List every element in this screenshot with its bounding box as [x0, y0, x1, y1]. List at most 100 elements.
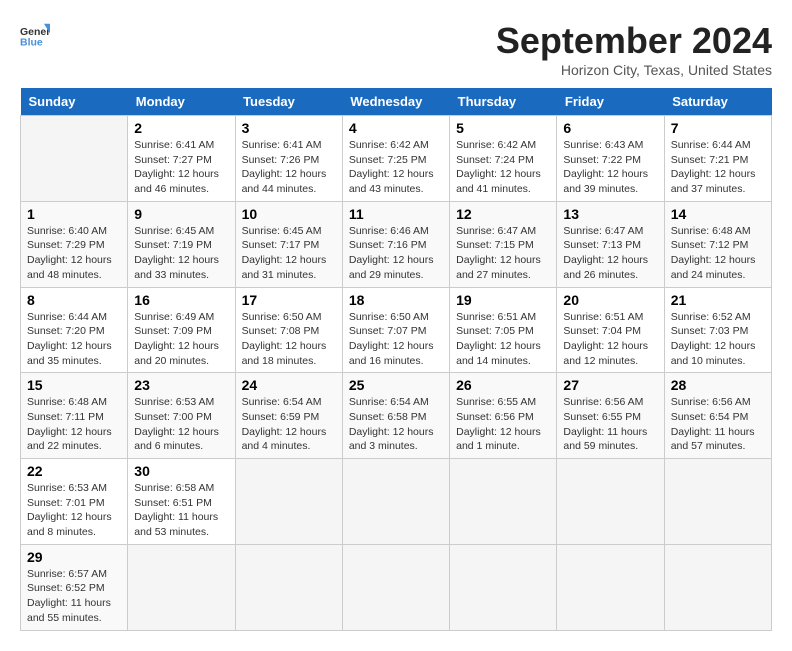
- calendar-day-cell: 23Sunrise: 6:53 AMSunset: 7:00 PMDayligh…: [128, 373, 235, 459]
- calendar-day-cell: [235, 459, 342, 545]
- svg-text:Blue: Blue: [20, 37, 43, 49]
- day-info: Sunrise: 6:51 AMSunset: 7:05 PMDaylight:…: [456, 310, 550, 369]
- day-number: 3: [242, 120, 336, 136]
- calendar-day-cell: [664, 459, 771, 545]
- calendar-day-cell: 29 Sunrise: 6:57 AMSunset: 6:52 PMDayligh…: [21, 544, 128, 630]
- month-year: September 2024: [496, 20, 772, 62]
- calendar-day-cell: 14 Sunrise: 6:48 AMSunset: 7:12 PMDayligh…: [664, 201, 771, 287]
- calendar-day-cell: 1 Sunrise: 6:40 AMSunset: 7:29 PMDaylight…: [21, 201, 128, 287]
- calendar-day-cell: [342, 544, 449, 630]
- day-info: Sunrise: 6:50 AMSunset: 7:07 PMDaylight:…: [349, 310, 443, 369]
- day-info: Sunrise: 6:44 AMSunset: 7:20 PMDaylight:…: [27, 310, 121, 369]
- header-saturday: Saturday: [664, 88, 771, 116]
- title-block: September 2024 Horizon City, Texas, Unit…: [496, 20, 772, 78]
- calendar-day-cell: [342, 459, 449, 545]
- day-info: Sunrise: 6:58 AMSunset: 6:51 PMDaylight:…: [134, 481, 228, 540]
- day-info: Sunrise: 6:45 AMSunset: 7:19 PMDaylight:…: [134, 224, 228, 283]
- day-info: Sunrise: 6:49 AMSunset: 7:09 PMDaylight:…: [134, 310, 228, 369]
- calendar-day-cell: [21, 116, 128, 202]
- calendar-day-cell: 16 Sunrise: 6:49 AMSunset: 7:09 PMDayligh…: [128, 287, 235, 373]
- day-number: 17: [242, 292, 336, 308]
- day-number: 28: [671, 377, 765, 393]
- day-number: 10: [242, 206, 336, 222]
- day-number: 15: [27, 377, 121, 393]
- calendar-day-cell: 8 Sunrise: 6:44 AMSunset: 7:20 PMDaylight…: [21, 287, 128, 373]
- day-info: Sunrise: 6:53 AMSunset: 7:01 PMDaylight:…: [27, 481, 121, 540]
- day-number: 20: [563, 292, 657, 308]
- day-number: 14: [671, 206, 765, 222]
- calendar-day-cell: 25 Sunrise: 6:54 AMSunset: 6:58 PMDayligh…: [342, 373, 449, 459]
- calendar-day-cell: 6 Sunrise: 6:43 AMSunset: 7:22 PMDaylight…: [557, 116, 664, 202]
- day-number: 25: [349, 377, 443, 393]
- day-info: Sunrise: 6:50 AMSunset: 7:08 PMDaylight:…: [242, 310, 336, 369]
- calendar-day-cell: 4Sunrise: 6:42 AMSunset: 7:25 PMDaylight…: [342, 116, 449, 202]
- day-info: Sunrise: 6:57 AMSunset: 6:52 PMDaylight:…: [27, 567, 121, 626]
- day-number: 4: [349, 120, 443, 136]
- calendar-day-cell: 10Sunrise: 6:45 AMSunset: 7:17 PMDayligh…: [235, 201, 342, 287]
- calendar-day-cell: 11 Sunrise: 6:46 AMSunset: 7:16 PMDayligh…: [342, 201, 449, 287]
- calendar-day-cell: 3Sunrise: 6:41 AMSunset: 7:26 PMDaylight…: [235, 116, 342, 202]
- day-info: Sunrise: 6:48 AMSunset: 7:11 PMDaylight:…: [27, 395, 121, 454]
- calendar-day-cell: 12 Sunrise: 6:47 AMSunset: 7:15 PMDayligh…: [450, 201, 557, 287]
- calendar-week-row: 1 Sunrise: 6:40 AMSunset: 7:29 PMDaylight…: [21, 201, 772, 287]
- header-wednesday: Wednesday: [342, 88, 449, 116]
- day-info: Sunrise: 6:42 AMSunset: 7:24 PMDaylight:…: [456, 138, 550, 197]
- calendar-day-cell: [128, 544, 235, 630]
- day-number: 11: [349, 206, 443, 222]
- calendar-day-cell: 22Sunrise: 6:53 AMSunset: 7:01 PMDayligh…: [21, 459, 128, 545]
- day-number: 1: [27, 206, 121, 222]
- day-info: Sunrise: 6:47 AMSunset: 7:15 PMDaylight:…: [456, 224, 550, 283]
- calendar-day-cell: 9Sunrise: 6:45 AMSunset: 7:19 PMDaylight…: [128, 201, 235, 287]
- calendar-week-row: 2 Sunrise: 6:41 AMSunset: 7:27 PMDaylight…: [21, 116, 772, 202]
- calendar-day-cell: 28 Sunrise: 6:56 AMSunset: 6:54 PMDayligh…: [664, 373, 771, 459]
- calendar-day-cell: 26Sunrise: 6:55 AMSunset: 6:56 PMDayligh…: [450, 373, 557, 459]
- day-info: Sunrise: 6:43 AMSunset: 7:22 PMDaylight:…: [563, 138, 657, 197]
- header-thursday: Thursday: [450, 88, 557, 116]
- header-friday: Friday: [557, 88, 664, 116]
- page-header: General Blue September 2024 Horizon City…: [20, 20, 772, 78]
- calendar-day-cell: 21Sunrise: 6:52 AMSunset: 7:03 PMDayligh…: [664, 287, 771, 373]
- day-info: Sunrise: 6:41 AMSunset: 7:27 PMDaylight:…: [134, 138, 228, 197]
- day-info: Sunrise: 6:55 AMSunset: 6:56 PMDaylight:…: [456, 395, 550, 454]
- day-info: Sunrise: 6:54 AMSunset: 6:58 PMDaylight:…: [349, 395, 443, 454]
- day-info: Sunrise: 6:47 AMSunset: 7:13 PMDaylight:…: [563, 224, 657, 283]
- day-number: 2: [134, 120, 228, 136]
- logo: General Blue: [20, 20, 50, 50]
- day-number: 27: [563, 377, 657, 393]
- day-number: 19: [456, 292, 550, 308]
- header-monday: Monday: [128, 88, 235, 116]
- calendar-day-cell: 17 Sunrise: 6:50 AMSunset: 7:08 PMDayligh…: [235, 287, 342, 373]
- day-number: 8: [27, 292, 121, 308]
- calendar-day-cell: 2 Sunrise: 6:41 AMSunset: 7:27 PMDaylight…: [128, 116, 235, 202]
- calendar-day-cell: [450, 544, 557, 630]
- day-info: Sunrise: 6:56 AMSunset: 6:54 PMDaylight:…: [671, 395, 765, 454]
- calendar-day-cell: 24 Sunrise: 6:54 AMSunset: 6:59 PMDayligh…: [235, 373, 342, 459]
- calendar-day-cell: [664, 544, 771, 630]
- calendar-week-row: 22Sunrise: 6:53 AMSunset: 7:01 PMDayligh…: [21, 459, 772, 545]
- day-number: 24: [242, 377, 336, 393]
- calendar-day-cell: [557, 459, 664, 545]
- location: Horizon City, Texas, United States: [496, 62, 772, 78]
- day-info: Sunrise: 6:40 AMSunset: 7:29 PMDaylight:…: [27, 224, 121, 283]
- day-number: 18: [349, 292, 443, 308]
- calendar-day-cell: [235, 544, 342, 630]
- day-number: 7: [671, 120, 765, 136]
- header-tuesday: Tuesday: [235, 88, 342, 116]
- day-number: 29: [27, 549, 121, 565]
- day-number: 30: [134, 463, 228, 479]
- day-info: Sunrise: 6:54 AMSunset: 6:59 PMDaylight:…: [242, 395, 336, 454]
- calendar-day-cell: 30 Sunrise: 6:58 AMSunset: 6:51 PMDayligh…: [128, 459, 235, 545]
- day-number: 6: [563, 120, 657, 136]
- calendar-day-cell: 7 Sunrise: 6:44 AMSunset: 7:21 PMDaylight…: [664, 116, 771, 202]
- calendar-day-cell: 15 Sunrise: 6:48 AMSunset: 7:11 PMDayligh…: [21, 373, 128, 459]
- day-info: Sunrise: 6:44 AMSunset: 7:21 PMDaylight:…: [671, 138, 765, 197]
- day-info: Sunrise: 6:48 AMSunset: 7:12 PMDaylight:…: [671, 224, 765, 283]
- day-number: 16: [134, 292, 228, 308]
- day-info: Sunrise: 6:53 AMSunset: 7:00 PMDaylight:…: [134, 395, 228, 454]
- day-info: Sunrise: 6:46 AMSunset: 7:16 PMDaylight:…: [349, 224, 443, 283]
- calendar-day-cell: 20Sunrise: 6:51 AMSunset: 7:04 PMDayligh…: [557, 287, 664, 373]
- calendar-day-cell: [450, 459, 557, 545]
- day-number: 21: [671, 292, 765, 308]
- calendar-day-cell: 19 Sunrise: 6:51 AMSunset: 7:05 PMDayligh…: [450, 287, 557, 373]
- day-number: 12: [456, 206, 550, 222]
